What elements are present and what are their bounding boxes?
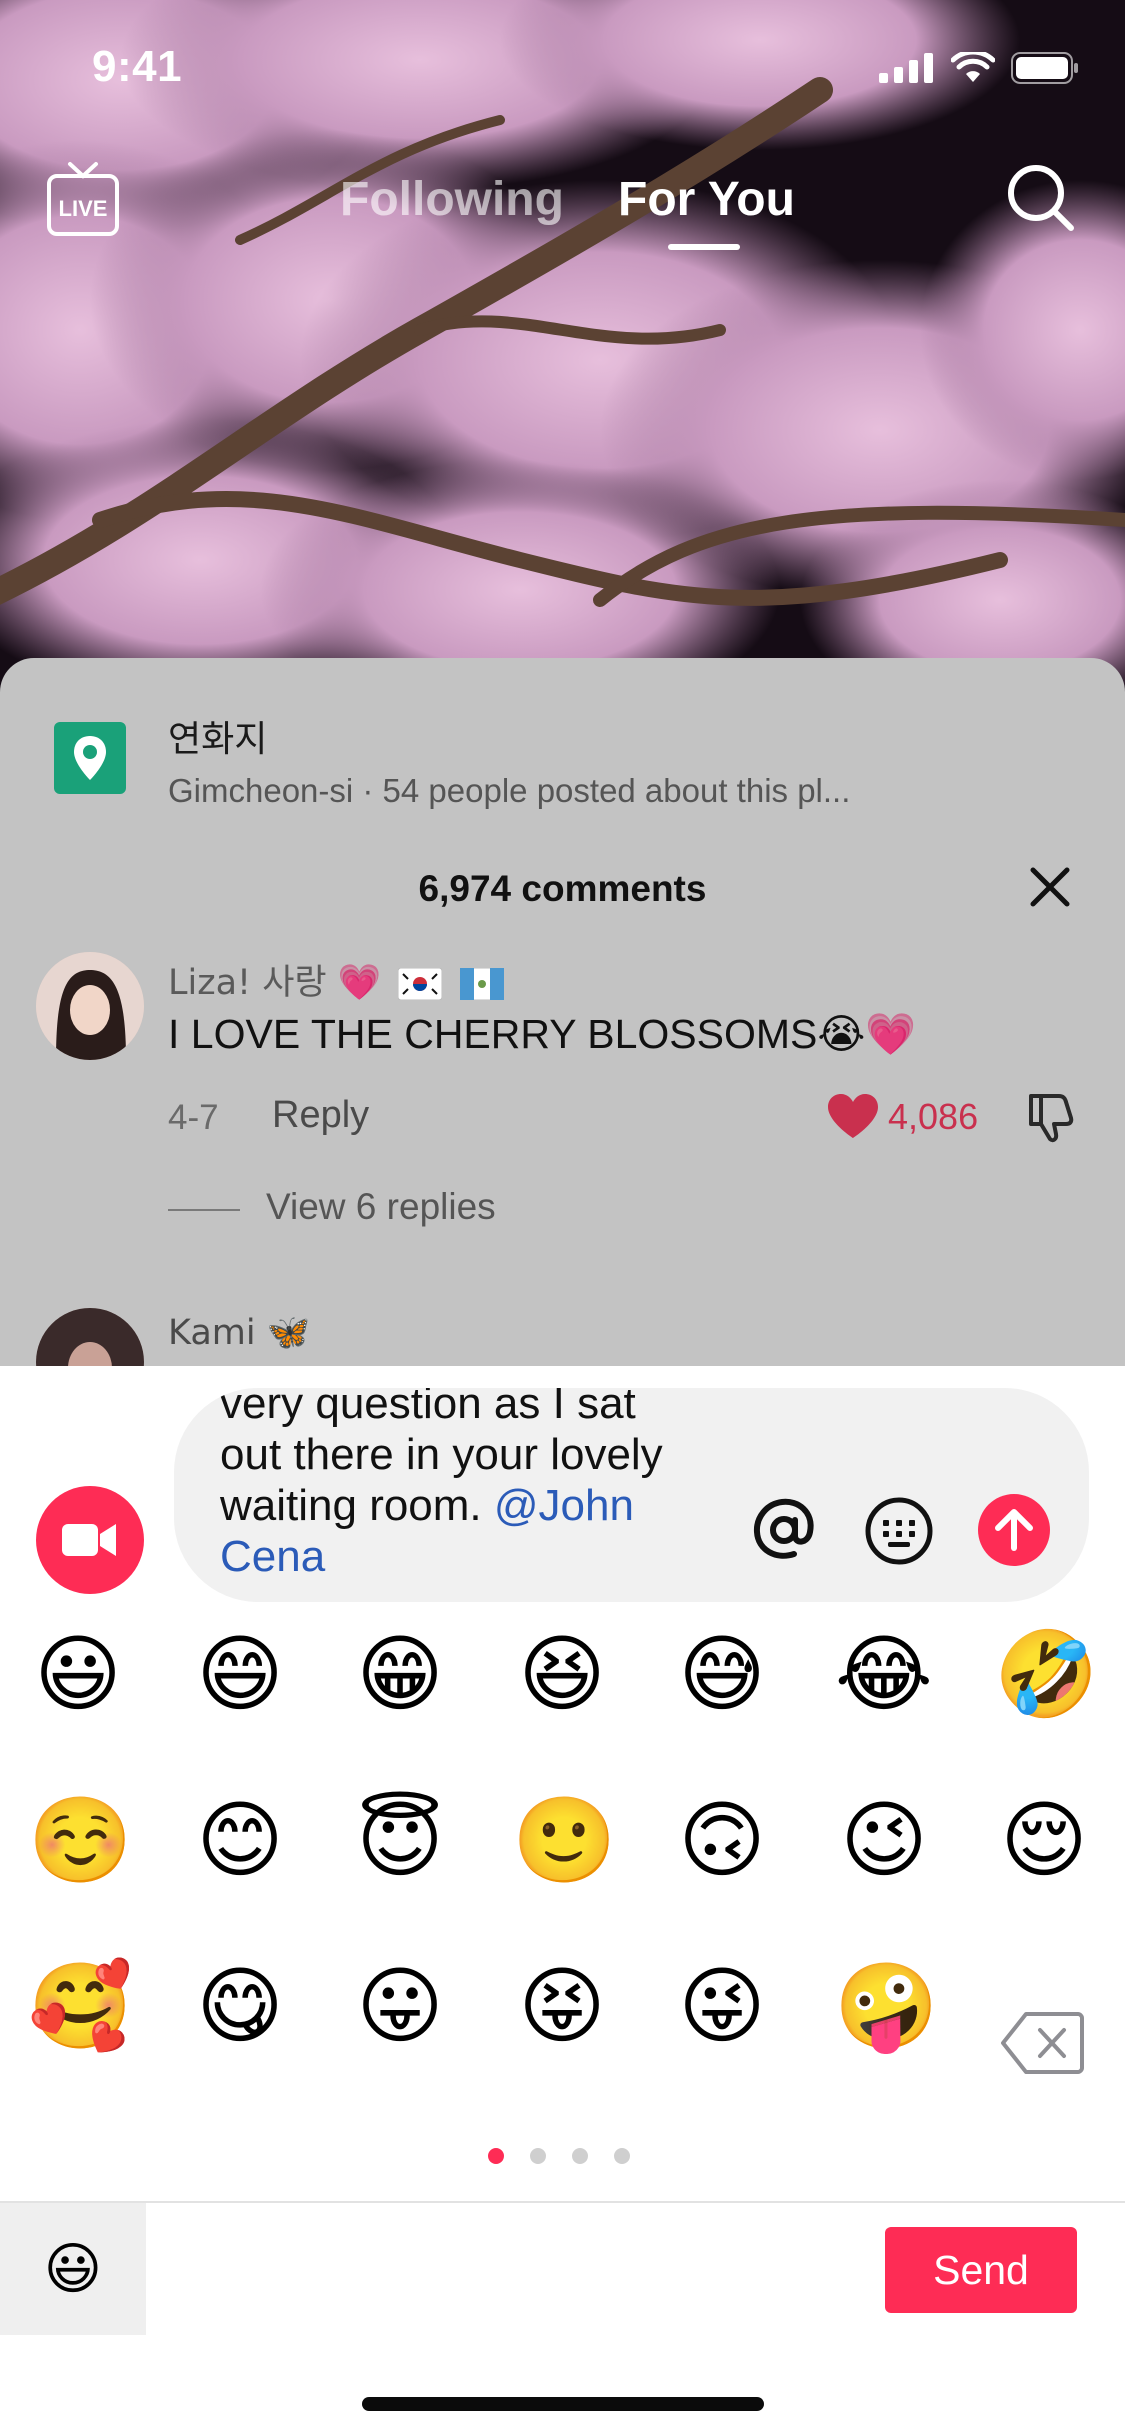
emoji-key[interactable]: 😂 xyxy=(834,1624,934,1724)
emoji-key[interactable]: 😋 xyxy=(190,1956,290,2056)
emoji-key[interactable]: 🤪 xyxy=(834,1956,939,2056)
active-tab-indicator xyxy=(668,244,740,250)
location-subtitle: Gimcheon-si · 54 people posted about thi… xyxy=(168,772,851,809)
post-comment-button[interactable] xyxy=(978,1494,1050,1566)
reply-button[interactable]: Reply xyxy=(272,1094,369,1137)
home-indicator[interactable] xyxy=(362,2397,764,2411)
comment-username[interactable]: Liza! 사랑 💗 xyxy=(168,954,504,1005)
emoji-page-indicator xyxy=(488,2148,630,2164)
wifi-icon xyxy=(951,52,995,82)
cellular-signal-icon xyxy=(879,53,933,83)
like-count: 4,086 xyxy=(888,1096,979,1137)
input-line: waiting room. xyxy=(220,1481,494,1530)
location-name: 연화지 xyxy=(168,719,268,760)
avatar[interactable] xyxy=(36,1308,144,1370)
heart-icon[interactable] xyxy=(826,1092,880,1140)
username-text: Liza! 사랑 💗 xyxy=(168,963,382,1003)
emoji-key[interactable]: 😃 xyxy=(28,1624,128,1724)
emoji-key[interactable]: ☺️ xyxy=(28,1790,133,1890)
close-icon[interactable] xyxy=(1027,864,1073,910)
search-icon[interactable] xyxy=(1005,162,1077,234)
backspace-icon[interactable] xyxy=(1000,2010,1084,2076)
battery-icon xyxy=(1011,52,1078,84)
emoji-key[interactable]: 🙃 xyxy=(672,1790,772,1890)
comment-date: 4-7 xyxy=(168,1098,219,1137)
location-row[interactable]: 연화지 Gimcheon-si · 54 people posted about… xyxy=(54,702,1074,812)
emoji-key[interactable]: 😇 xyxy=(350,1790,450,1890)
emoji-key[interactable]: 😜 xyxy=(672,1956,772,2056)
emoji-key[interactable]: 😁 xyxy=(350,1624,450,1724)
comment-text: I LOVE THE CHERRY BLOSSOMS😭💗 xyxy=(168,1011,917,1057)
status-icons xyxy=(879,52,1079,84)
comment-input[interactable]: very question as I sat out there in your… xyxy=(174,1388,1089,1602)
tab-for-you[interactable]: For You xyxy=(618,172,795,227)
emoji-key[interactable]: 😉 xyxy=(834,1790,934,1890)
video-camera-icon xyxy=(62,1524,116,1556)
emoji-grid: 😃 😄 😁 😆 😅 😂 🤣 ☺️ 😊 😇 🙂 🙃 😉 😌 🥰 😋 😛 😝 😜 🤪 xyxy=(0,1624,1125,2124)
comments-count: 6,974 comments xyxy=(418,868,707,909)
arrow-up-icon xyxy=(995,1509,1033,1551)
emoji-key[interactable]: 😌 xyxy=(994,1790,1094,1890)
cherry-blossom-video-frame xyxy=(0,0,1125,700)
emoji-key[interactable]: 😝 xyxy=(512,1956,612,2056)
emoji-key[interactable]: 😅 xyxy=(672,1624,772,1724)
emoji-key[interactable]: 😊 xyxy=(190,1790,290,1890)
comment-input-text[interactable]: very question as I sat out there in your… xyxy=(220,1388,740,1582)
page-dot[interactable] xyxy=(614,2148,630,2164)
page-dot[interactable] xyxy=(572,2148,588,2164)
thumbs-down-icon[interactable] xyxy=(1023,1088,1079,1144)
live-tv-icon[interactable]: LIVE xyxy=(46,160,120,240)
page-dot[interactable] xyxy=(530,2148,546,2164)
mention-at-icon[interactable] xyxy=(748,1494,820,1566)
avatar[interactable] xyxy=(36,952,144,1060)
input-line: out there in your lovely xyxy=(220,1430,663,1479)
top-navigation: LIVE Following For You xyxy=(0,150,1125,260)
comment-username[interactable]: Kami 🦋 xyxy=(168,1312,310,1353)
emoji-key[interactable]: 🥰 xyxy=(28,1956,133,2056)
emoji-keyboard-icon[interactable] xyxy=(864,1496,934,1566)
video-player[interactable] xyxy=(0,0,1125,700)
video-reply-button[interactable] xyxy=(36,1486,144,1594)
emoji-toggle-button[interactable]: 😃 xyxy=(0,2203,146,2335)
korea-flag-icon xyxy=(398,968,443,1000)
status-time: 9:41 xyxy=(92,42,183,91)
send-button[interactable]: Send xyxy=(885,2227,1077,2313)
replies-divider xyxy=(168,1209,240,1211)
emoji-key[interactable]: 🙂 xyxy=(512,1790,617,1890)
emoji-key[interactable]: 😆 xyxy=(512,1624,612,1724)
emoji-key[interactable]: 😄 xyxy=(190,1624,290,1724)
input-line: very question as I sat xyxy=(220,1388,636,1428)
emoji-key[interactable]: 😛 xyxy=(350,1956,450,2056)
page-dot[interactable] xyxy=(488,2148,504,2164)
keyboard-bottom-bar: 😃 Send xyxy=(0,2201,1125,2335)
view-replies-button[interactable]: View 6 replies xyxy=(266,1186,496,1228)
emoji-key[interactable]: 🤣 xyxy=(994,1624,1099,1724)
guatemala-flag-icon xyxy=(459,968,504,1000)
live-label: LIVE xyxy=(59,196,108,221)
location-pin-icon xyxy=(54,722,126,794)
tab-following[interactable]: Following xyxy=(340,172,564,227)
comment-composer: very question as I sat out there in your… xyxy=(0,1366,1125,1610)
comments-sheet: 연화지 Gimcheon-si · 54 people posted about… xyxy=(0,658,1125,1370)
